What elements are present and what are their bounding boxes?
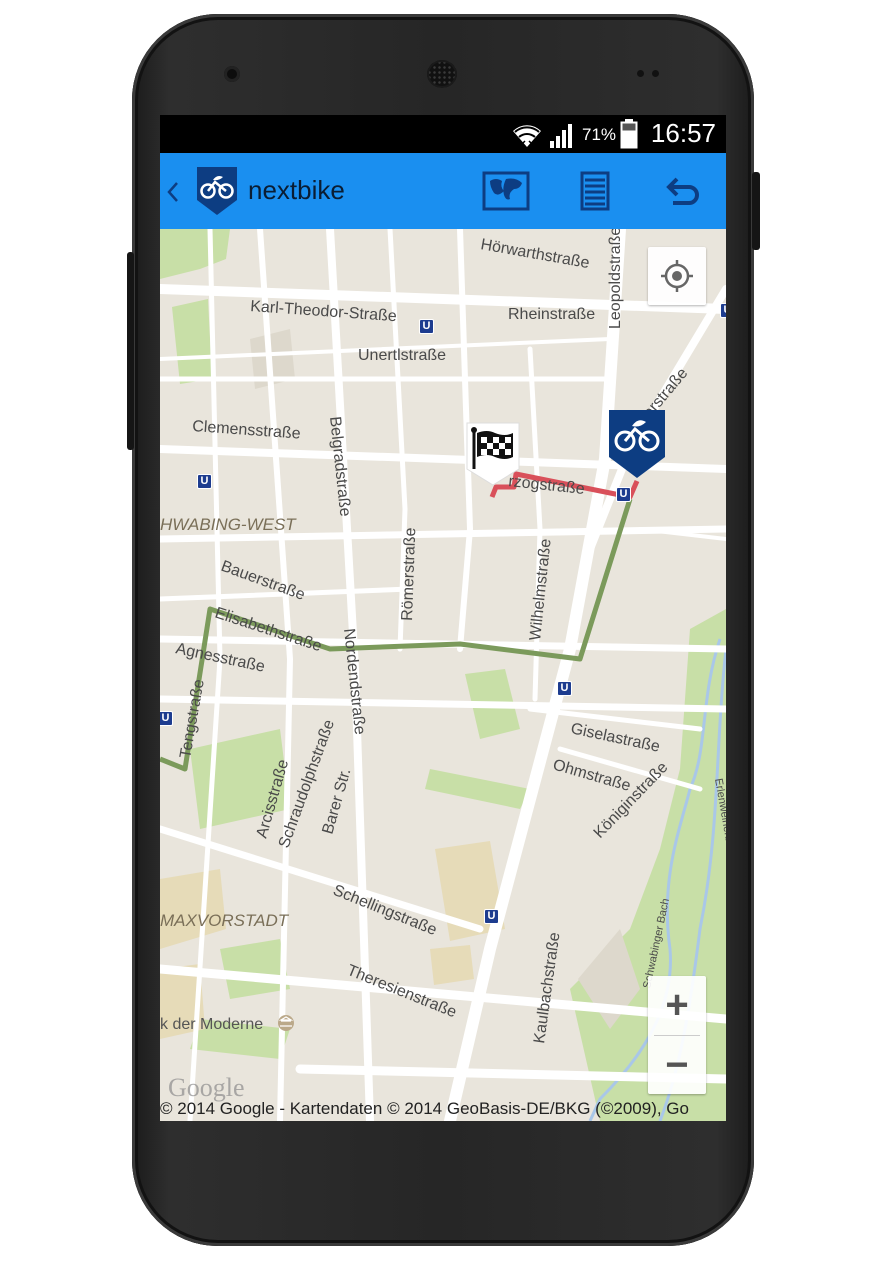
earpiece-speaker xyxy=(427,60,457,88)
volume-button[interactable] xyxy=(127,252,134,450)
crosshair-icon xyxy=(661,260,693,292)
district-label: HWABING-WEST xyxy=(160,515,297,534)
power-button[interactable] xyxy=(752,172,760,250)
bike-station-marker[interactable] xyxy=(608,409,666,479)
undo-icon[interactable] xyxy=(665,175,701,207)
zoom-in-button[interactable]: + xyxy=(648,976,706,1034)
front-camera xyxy=(224,66,240,82)
signal-icon xyxy=(550,124,572,148)
chevron-left-icon[interactable] xyxy=(166,181,180,203)
street-label: Römerstraße xyxy=(399,527,419,621)
subway-marker[interactable]: U xyxy=(616,487,631,502)
poi-label: k der Moderne xyxy=(160,1016,263,1033)
my-location-button[interactable] xyxy=(648,247,706,305)
list-icon[interactable] xyxy=(580,171,610,211)
museum-icon[interactable] xyxy=(278,1015,294,1031)
battery-percent: 71% xyxy=(582,125,617,144)
finish-flag-marker[interactable] xyxy=(465,421,521,487)
subway-marker[interactable]: U xyxy=(197,474,212,489)
action-bar: nextbike xyxy=(160,153,726,229)
wifi-icon xyxy=(513,125,541,148)
map-attribution[interactable]: © 2014 Google - Kartendaten © 2014 GeoBa… xyxy=(160,1099,689,1119)
proximity-sensor xyxy=(637,70,644,77)
street-label: Leopoldstraße xyxy=(607,229,624,329)
screen: 71% 16:57 nextbike Hörwarthstraße Karl-T… xyxy=(160,115,726,1121)
map-view[interactable]: Hörwarthstraße Karl-Theodor-Straße Rhein… xyxy=(160,229,726,1121)
map-icon[interactable] xyxy=(482,171,530,211)
battery-icon xyxy=(620,119,638,149)
app-title: nextbike xyxy=(248,175,345,205)
subway-marker[interactable]: U xyxy=(160,711,173,726)
map-canvas[interactable]: Hörwarthstraße Karl-Theodor-Straße Rhein… xyxy=(160,229,726,1121)
street-label: Rheinstraße xyxy=(508,306,595,323)
light-sensor xyxy=(652,70,659,77)
subway-marker[interactable]: U xyxy=(557,681,572,696)
zoom-controls: + − xyxy=(648,976,706,1094)
street-label: Unertlstraße xyxy=(358,347,446,364)
subway-marker[interactable]: U xyxy=(720,303,726,318)
status-time: 16:57 xyxy=(650,118,716,148)
status-bar: 71% 16:57 xyxy=(160,115,726,153)
nextbike-logo-icon[interactable] xyxy=(196,166,238,216)
zoom-out-button[interactable]: − xyxy=(648,1036,706,1094)
subway-marker[interactable]: U xyxy=(484,909,499,924)
district-label: MAXVORSTADT xyxy=(160,911,290,930)
subway-marker[interactable]: U xyxy=(419,319,434,334)
